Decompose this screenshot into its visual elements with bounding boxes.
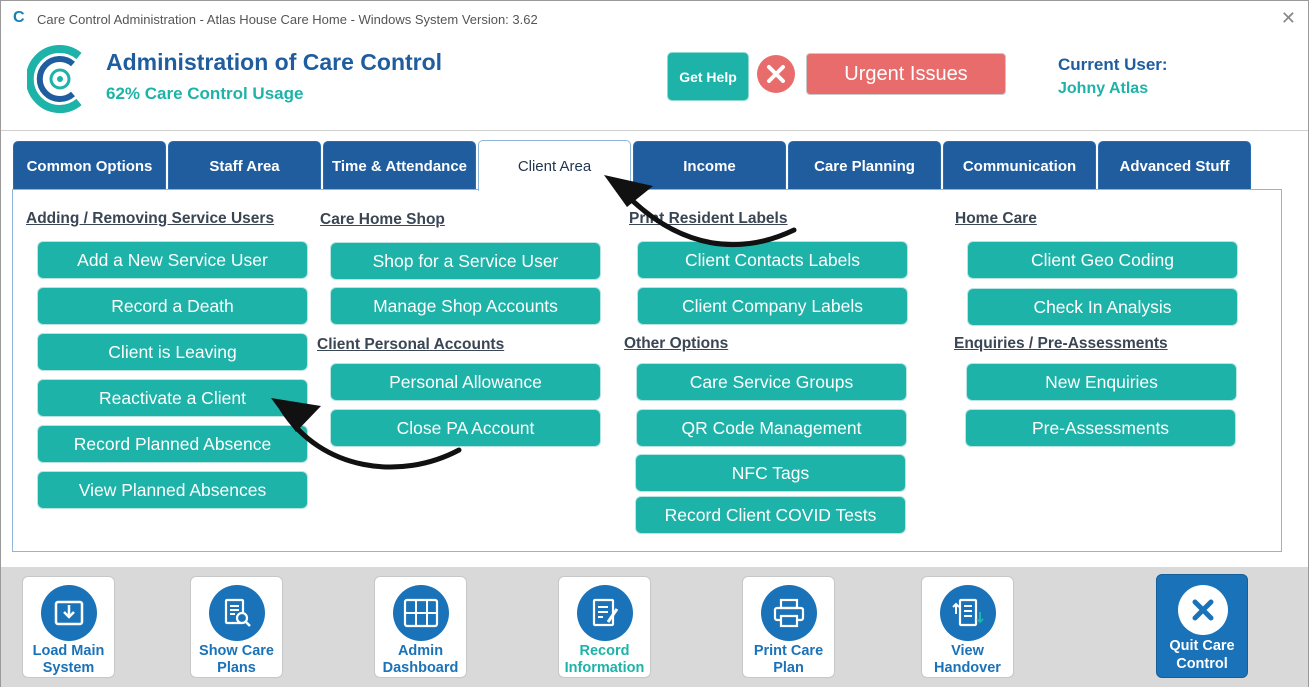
tab-strip: Common Options Staff Area Time & Attenda… xyxy=(1,132,1308,191)
app-icon: C xyxy=(13,9,25,26)
client-leaving-button[interactable]: Client is Leaving xyxy=(37,333,308,371)
tab-care-planning[interactable]: Care Planning xyxy=(788,141,941,191)
print-care-plan-button[interactable]: Print Care Plan xyxy=(742,576,835,678)
record-information-label: Record Information xyxy=(564,643,645,676)
download-tray-icon xyxy=(41,585,97,641)
manage-shop-accounts-button[interactable]: Manage Shop Accounts xyxy=(330,287,601,325)
app-window: C Care Control Administration - Atlas Ho… xyxy=(0,0,1309,687)
title-bar: C Care Control Administration - Atlas Ho… xyxy=(1,1,1308,37)
reactivate-client-button[interactable]: Reactivate a Client xyxy=(37,379,308,417)
load-main-system-button[interactable]: Load Main System xyxy=(22,576,115,678)
qr-code-management-button[interactable]: QR Code Management xyxy=(636,409,907,447)
admin-dashboard-label: Admin Dashboard xyxy=(382,643,459,676)
quit-close-icon xyxy=(1178,585,1228,635)
client-geo-coding-button[interactable]: Client Geo Coding xyxy=(967,241,1238,279)
window-title: Care Control Administration - Atlas Hous… xyxy=(37,12,538,27)
record-death-button[interactable]: Record a Death xyxy=(37,287,308,325)
pre-assessments-button[interactable]: Pre-Assessments xyxy=(965,409,1236,447)
section-title-care-home-shop: Care Home Shop xyxy=(320,211,445,228)
document-edit-icon xyxy=(577,585,633,641)
section-title-other-options: Other Options xyxy=(624,335,729,352)
client-company-labels-button[interactable]: Client Company Labels xyxy=(637,287,908,325)
section-title-enquiries: Enquiries / Pre-Assessments xyxy=(954,335,1168,352)
header: Administration of Care Control 62% Care … xyxy=(1,37,1308,131)
quit-care-control-label: Quit Care Control xyxy=(1169,638,1235,672)
record-information-button[interactable]: Record Information xyxy=(558,576,651,678)
page-title: Administration of Care Control xyxy=(106,49,443,75)
view-planned-absences-button[interactable]: View Planned Absences xyxy=(37,471,308,509)
show-care-plans-button[interactable]: Show Care Plans xyxy=(190,576,283,678)
tab-advanced-stuff[interactable]: Advanced Stuff xyxy=(1098,141,1251,191)
handover-list-icon xyxy=(940,585,996,641)
section-title-print-resident-labels: Print Resident Labels xyxy=(629,210,788,227)
tab-staff-area[interactable]: Staff Area xyxy=(168,141,321,191)
current-user-name: Johny Atlas xyxy=(1058,80,1149,97)
urgent-close-icon[interactable] xyxy=(757,55,795,93)
urgent-issues-button[interactable]: Urgent Issues xyxy=(806,53,1006,95)
record-client-covid-tests-button[interactable]: Record Client COVID Tests xyxy=(635,496,906,534)
add-new-service-user-button[interactable]: Add a New Service User xyxy=(37,241,308,279)
tab-communication[interactable]: Communication xyxy=(943,141,1096,191)
document-search-icon xyxy=(209,585,265,641)
dashboard-grid-icon xyxy=(393,585,449,641)
current-user-label: Current User: xyxy=(1058,55,1168,74)
shop-for-service-user-button[interactable]: Shop for a Service User xyxy=(330,242,601,280)
care-service-groups-button[interactable]: Care Service Groups xyxy=(636,363,907,401)
personal-allowance-button[interactable]: Personal Allowance xyxy=(330,363,601,401)
tab-income[interactable]: Income xyxy=(633,141,786,191)
print-care-plan-label: Print Care Plan xyxy=(753,643,824,676)
nfc-tags-button[interactable]: NFC Tags xyxy=(635,454,906,492)
section-title-home-care: Home Care xyxy=(955,210,1037,227)
new-enquiries-button[interactable]: New Enquiries xyxy=(966,363,1237,401)
admin-dashboard-button[interactable]: Admin Dashboard xyxy=(374,576,467,678)
load-main-system-label: Load Main System xyxy=(32,643,105,676)
view-handover-label: View Handover xyxy=(934,643,1001,676)
record-planned-absence-button[interactable]: Record Planned Absence xyxy=(37,425,308,463)
tab-client-area[interactable]: Client Area xyxy=(478,140,631,191)
care-control-logo-icon xyxy=(27,45,82,113)
view-handover-button[interactable]: View Handover xyxy=(921,576,1014,678)
get-help-button[interactable]: Get Help xyxy=(667,52,749,101)
show-care-plans-label: Show Care Plans xyxy=(199,643,274,676)
window-close-icon[interactable]: ✕ xyxy=(1281,8,1296,29)
bottom-toolbar: Load Main System Show Care Plans Admin D… xyxy=(1,567,1308,687)
tab-time-attendance[interactable]: Time & Attendance xyxy=(323,141,476,191)
check-in-analysis-button[interactable]: Check In Analysis xyxy=(967,288,1238,326)
client-contacts-labels-button[interactable]: Client Contacts Labels xyxy=(637,241,908,279)
close-pa-account-button[interactable]: Close PA Account xyxy=(330,409,601,447)
client-area-panel: Adding / Removing Service Users Add a Ne… xyxy=(12,189,1282,552)
printer-icon xyxy=(761,585,817,641)
section-title-client-personal-accounts: Client Personal Accounts xyxy=(317,336,505,353)
quit-care-control-button[interactable]: Quit Care Control xyxy=(1156,574,1248,678)
usage-text: 62% Care Control Usage xyxy=(106,84,304,103)
section-title-adding-removing: Adding / Removing Service Users xyxy=(26,210,275,227)
tab-common-options[interactable]: Common Options xyxy=(13,141,166,191)
